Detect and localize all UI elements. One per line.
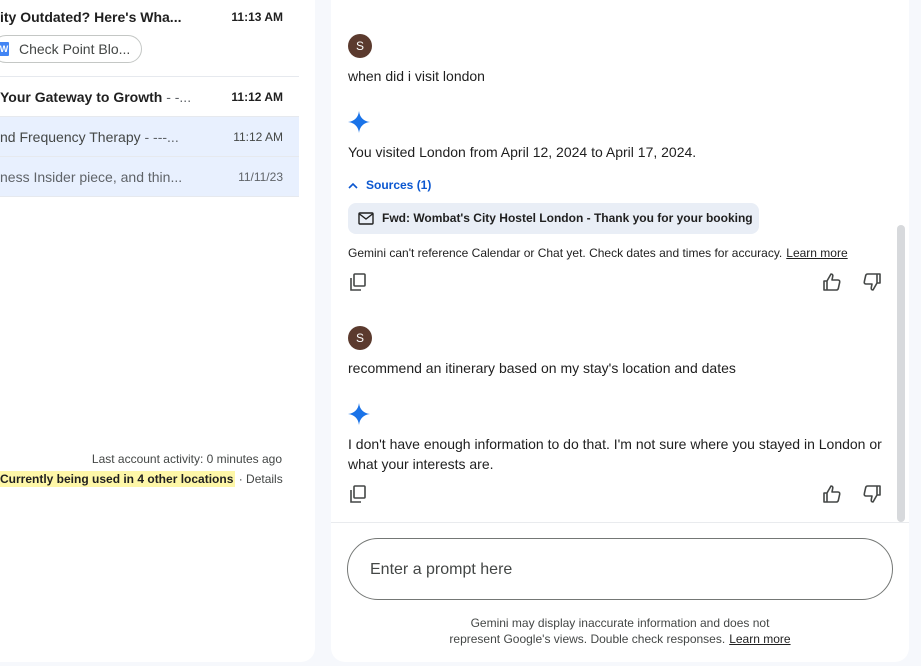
thumbs-down-icon[interactable] [862,484,882,504]
email-subject: ity Outdated? Here's Wha... [0,9,182,25]
mail-icon [358,212,374,225]
disclaimer-line-1: Gemini may display inaccurate informatio… [470,616,770,630]
locations-warning: Currently being used in 4 other location… [0,471,236,487]
user-message: recommend an itinerary based on my stay'… [348,360,736,376]
email-row[interactable]: ity Outdated? Here's Wha... 11:13 AM W C… [0,0,299,77]
email-row[interactable]: Your Gateway to Growth - -... 11:12 AM [0,77,299,117]
last-account-activity: Last account activity: 0 minutes ago [91,452,282,466]
word-doc-icon: W [0,42,9,56]
email-snippet: - -... [162,89,192,105]
email-subject-text: Your Gateway to Growth [0,89,163,105]
email-snippet: - ---... [140,129,179,145]
chat-scrollbar[interactable] [897,225,905,522]
gemini-response: You visited London from April 12, 2024 t… [348,144,697,160]
email-time: 11:12 AM [233,130,283,144]
thumbs-up-icon[interactable] [822,272,842,292]
chat-history[interactable]: S when did i visit london You visited Lo… [331,0,909,523]
calendar-notice: Gemini can't reference Calendar or Chat … [348,246,848,260]
thumbs-down-icon[interactable] [862,272,882,292]
disclaimer-text: represent Google's views. Double check r… [449,632,726,646]
separator: · [235,472,247,486]
disclaimer-line-2: represent Google's views. Double check r… [331,631,909,647]
copy-icon[interactable] [348,484,368,504]
sources-toggle[interactable]: Sources (1) [348,178,431,192]
source-title: Fwd: Wombat's City Hostel London - Thank… [382,211,753,225]
email-row[interactable]: nd Frequency Therapy - ---... 11:12 AM [0,117,299,157]
email-time: 11:12 AM [231,90,283,104]
email-time: 11:13 AM [231,10,283,24]
user-message: when did i visit london [348,68,485,84]
details-link[interactable]: Details [246,472,283,486]
email-snippet: ness Insider piece, and thin... [0,169,183,185]
gemini-spark-icon [348,403,370,425]
copy-icon[interactable] [348,272,368,292]
gemini-panel: S when did i visit london You visited Lo… [331,0,909,662]
sources-label: Sources (1) [366,178,432,192]
attachment-chip[interactable]: W Check Point Blo... [0,35,142,63]
email-row[interactable]: ness Insider piece, and thin... 11/11/23 [0,157,299,197]
learn-more-link[interactable]: Learn more [786,246,847,260]
attachment-label: Check Point Blo... [19,41,131,57]
gemini-spark-icon [348,111,370,133]
prompt-box[interactable] [347,538,893,600]
user-avatar: S [348,326,372,350]
inbox-panel: ity Outdated? Here's Wha... 11:13 AM W C… [0,0,315,662]
source-card[interactable]: Fwd: Wombat's City Hostel London - Thank… [348,203,759,234]
email-time: 11/11/23 [238,170,283,184]
user-avatar: S [348,34,372,58]
email-subject: Your Gateway to Growth - -... [0,77,215,117]
prompt-input[interactable] [368,555,872,585]
notice-text: Gemini can't reference Calendar or Chat … [348,246,783,260]
email-subject-text: nd Frequency Therapy [0,129,141,145]
footer-learn-more-link[interactable]: Learn more [729,632,790,646]
thumbs-up-icon[interactable] [822,484,842,504]
chevron-up-icon [348,182,358,189]
disclaimer-footer: Gemini may display inaccurate informatio… [331,615,909,647]
email-subject: nd Frequency Therapy - ---... [0,117,215,157]
account-locations: Currently being used in 4 other location… [0,471,283,487]
gemini-response: I don't have enough information to do th… [348,436,882,472]
